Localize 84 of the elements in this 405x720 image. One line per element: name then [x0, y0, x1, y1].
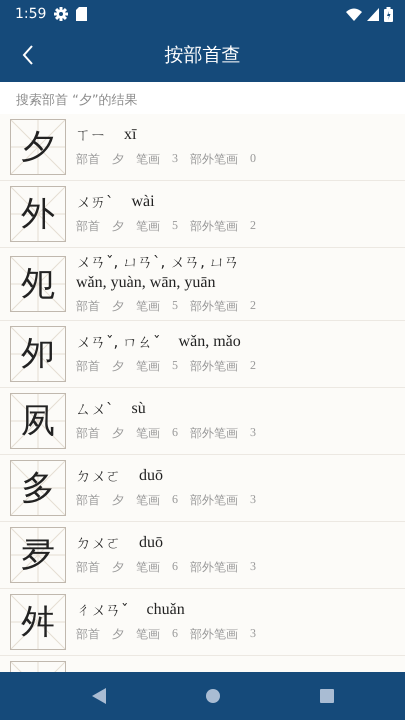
- meta-value: 3: [250, 492, 256, 508]
- meta-label: 笔画: [136, 492, 160, 509]
- character-glyph: 夘: [21, 337, 55, 371]
- meta-value: 3: [250, 425, 256, 441]
- wifi-icon: [346, 8, 362, 20]
- meta-value: 2: [250, 218, 256, 234]
- meta-label: 部首: [76, 559, 100, 576]
- meta-label: 笔画: [136, 425, 160, 442]
- meta-value: 夕: [112, 151, 124, 168]
- meta-value: 3: [172, 151, 178, 167]
- character-glyph: 夕: [21, 130, 55, 164]
- signal-icon: [367, 8, 379, 20]
- bopomofo-text: ㄔㄨㄢˇ: [76, 601, 128, 620]
- bopomofo-text: ㄉㄨㄛ: [76, 534, 121, 553]
- meta-label: 笔画: [136, 218, 160, 235]
- back-triangle-icon: [92, 688, 106, 704]
- meta-value: 0: [250, 151, 256, 167]
- character-glyph: 多: [21, 471, 55, 505]
- meta-value: 3: [250, 559, 256, 575]
- meta-value: 3: [250, 626, 256, 642]
- meta-value: 夕: [112, 218, 124, 235]
- home-circle-icon: [206, 689, 220, 703]
- meta-label: 部外笔画: [190, 298, 238, 315]
- pinyin-text: sù: [132, 400, 146, 419]
- meta-label: 部首: [76, 151, 100, 168]
- meta-label: 笔画: [136, 298, 160, 315]
- sd-card-icon: [76, 7, 88, 21]
- meta-value: 5: [172, 218, 178, 234]
- app-bar-title: 按部首查: [164, 43, 242, 68]
- meta-label: 部外笔画: [190, 425, 238, 442]
- recents-square-icon: [320, 689, 334, 703]
- meta-label: 部外笔画: [190, 151, 238, 168]
- bopomofo-text: ㄨㄢˇ, ㄩㄢˋ, ㄨㄢ, ㄩㄢ: [76, 253, 240, 272]
- gear-icon: [54, 7, 68, 21]
- meta-label: 部外笔画: [190, 559, 238, 576]
- bopomofo-text: ㄒㄧ: [76, 126, 106, 145]
- meta-value: 6: [172, 425, 178, 441]
- character-glyph: 舛: [21, 605, 55, 639]
- bopomofo-text: ㄨㄢˇ, ㄇㄠˇ: [76, 333, 161, 352]
- pinyin-text: duō: [139, 534, 163, 553]
- meta-label: 部外笔画: [190, 358, 238, 375]
- meta-value: 5: [172, 358, 178, 374]
- character-glyph: 外: [21, 197, 55, 231]
- meta-value: 夕: [112, 492, 124, 509]
- character-glyph: 夛: [21, 538, 55, 572]
- character-glyph: 夗: [21, 267, 55, 301]
- meta-label: 部首: [76, 298, 100, 315]
- character-glyph: 夙: [21, 404, 55, 438]
- meta-label: 部外笔画: [190, 492, 238, 509]
- meta-label: 部外笔画: [190, 218, 238, 235]
- pinyin-text: xī: [124, 126, 136, 145]
- meta-label: 部首: [76, 425, 100, 442]
- bopomofo-text: ㄉㄨㄛ: [76, 467, 121, 486]
- meta-label: 笔画: [136, 559, 160, 576]
- meta-label: 部首: [76, 218, 100, 235]
- meta-label: 部首: [76, 358, 100, 375]
- meta-value: 6: [172, 559, 178, 575]
- meta-label: 部外笔画: [190, 626, 238, 643]
- bopomofo-text: ㄙㄨˋ: [76, 400, 114, 419]
- meta-value: 夕: [112, 559, 124, 576]
- meta-label: 部首: [76, 626, 100, 643]
- battery-icon: [384, 6, 393, 22]
- meta-label: 笔画: [136, 626, 160, 643]
- meta-label: 笔画: [136, 151, 160, 168]
- meta-value: 6: [172, 626, 178, 642]
- meta-value: 2: [250, 358, 256, 374]
- pinyin-text: wài: [132, 193, 155, 212]
- meta-value: 夕: [112, 425, 124, 442]
- meta-value: 夕: [112, 358, 124, 375]
- pinyin-text: wǎn, yuàn, wān, yuān: [76, 274, 216, 292]
- meta-value: 5: [172, 298, 178, 314]
- meta-value: 夕: [112, 626, 124, 643]
- meta-value: 2: [250, 298, 256, 314]
- meta-label: 部首: [76, 492, 100, 509]
- results-caption: 搜索部首 “夕”的结果: [0, 82, 405, 114]
- pinyin-text: chuǎn: [146, 601, 185, 620]
- pinyin-text: wǎn, mǎo: [178, 333, 241, 352]
- meta-value: 6: [172, 492, 178, 508]
- status-time: 1:59: [15, 6, 46, 22]
- meta-value: 夕: [112, 298, 124, 315]
- bopomofo-text: ㄨㄞˋ: [76, 193, 114, 212]
- pinyin-text: duō: [139, 467, 163, 486]
- meta-label: 笔画: [136, 358, 160, 375]
- back-icon: [22, 45, 34, 65]
